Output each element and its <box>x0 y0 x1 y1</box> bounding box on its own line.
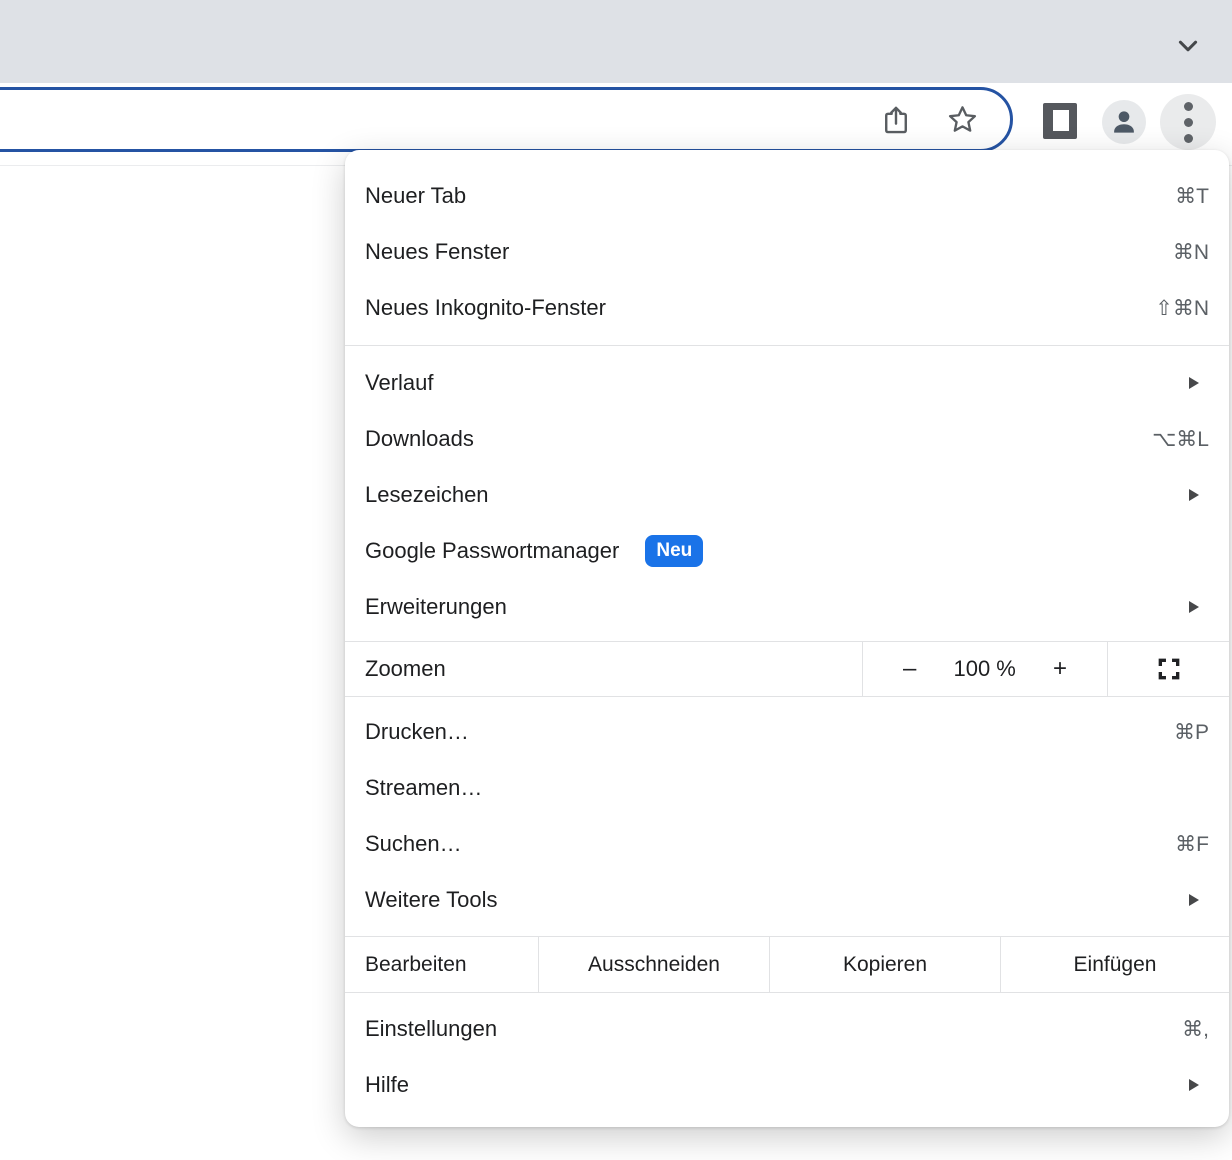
menu-item-label: Downloads <box>365 426 474 452</box>
menu-item-label: Streamen… <box>365 775 482 801</box>
menu-item-label: Erweiterungen <box>365 594 507 620</box>
cut-button[interactable]: Ausschneiden <box>538 937 769 992</box>
menu-item-help[interactable]: Hilfe <box>345 1057 1229 1113</box>
menu-item-more-tools[interactable]: Weitere Tools <box>345 872 1229 928</box>
browser-menu-popup: Neuer Tab ⌘T Neues Fenster ⌘N Neues Inko… <box>345 150 1229 1127</box>
shortcut-label: ⇧⌘N <box>1155 296 1209 321</box>
tab-search-chevron-button[interactable] <box>1174 32 1202 60</box>
cut-button-label: Ausschneiden <box>588 953 720 977</box>
menu-item-label: Drucken… <box>365 719 469 745</box>
shortcut-label: ⌘F <box>1175 832 1209 857</box>
zoom-level-value: 100 % <box>953 656 1015 682</box>
menu-item-settings[interactable]: Einstellungen ⌘, <box>345 1001 1229 1057</box>
kebab-menu-icon <box>1184 102 1193 143</box>
menu-item-label: Neues Fenster <box>365 239 509 265</box>
copy-button[interactable]: Kopieren <box>769 937 1000 992</box>
submenu-arrow-icon <box>1189 489 1199 501</box>
menu-item-cast[interactable]: Streamen… <box>345 760 1229 816</box>
menu-item-label: Neues Inkognito-Fenster <box>365 295 606 321</box>
menu-item-extensions[interactable]: Erweiterungen <box>345 579 1229 635</box>
menu-item-password-manager[interactable]: Google Passwortmanager Neu <box>345 523 1229 579</box>
menu-item-downloads[interactable]: Downloads ⌥⌘L <box>345 411 1229 467</box>
copy-button-label: Kopieren <box>843 953 927 977</box>
zoom-row: Zoomen – 100 % + <box>345 641 1229 697</box>
shortcut-label: ⌥⌘L <box>1152 427 1209 452</box>
menu-item-history[interactable]: Verlauf <box>345 355 1229 411</box>
profile-button[interactable] <box>1102 100 1146 144</box>
fullscreen-button[interactable] <box>1108 642 1229 696</box>
menu-item-new-tab[interactable]: Neuer Tab ⌘T <box>345 168 1229 224</box>
menu-item-label: Lesezeichen <box>365 482 489 508</box>
edit-row: Bearbeiten Ausschneiden Kopieren Einfüge… <box>345 936 1229 993</box>
zoom-out-button[interactable]: – <box>897 653 922 685</box>
star-icon <box>946 103 979 136</box>
menu-item-label: Hilfe <box>365 1072 409 1098</box>
menu-item-find[interactable]: Suchen… ⌘F <box>345 816 1229 872</box>
shortcut-label: ⌘T <box>1175 184 1209 209</box>
zoom-label: Zoomen <box>345 642 862 696</box>
zoom-in-button[interactable]: + <box>1047 653 1073 685</box>
share-icon <box>879 103 913 137</box>
profile-avatar-icon <box>1108 106 1140 138</box>
paste-button[interactable]: Einfügen <box>1000 937 1229 992</box>
shortcut-label: ⌘P <box>1174 720 1209 745</box>
menu-item-label: Weitere Tools <box>365 887 497 913</box>
edit-label: Bearbeiten <box>345 937 538 992</box>
bookmark-button[interactable] <box>944 102 980 138</box>
chevron-down-icon <box>1175 33 1201 59</box>
shortcut-label: ⌘, <box>1182 1017 1209 1042</box>
menu-item-new-window[interactable]: Neues Fenster ⌘N <box>345 224 1229 280</box>
browser-menu-button[interactable] <box>1160 94 1216 150</box>
paste-button-label: Einfügen <box>1074 953 1157 977</box>
menu-item-new-incognito-window[interactable]: Neues Inkognito-Fenster ⇧⌘N <box>345 280 1229 336</box>
submenu-arrow-icon <box>1189 601 1199 613</box>
menu-item-label: Suchen… <box>365 831 462 857</box>
address-bar[interactable] <box>0 87 1013 152</box>
menu-item-bookmarks[interactable]: Lesezeichen <box>345 467 1229 523</box>
submenu-arrow-icon <box>1189 377 1199 389</box>
menu-item-print[interactable]: Drucken… ⌘P <box>345 704 1229 760</box>
submenu-arrow-icon <box>1189 894 1199 906</box>
submenu-arrow-icon <box>1189 1079 1199 1091</box>
fullscreen-icon <box>1156 656 1182 682</box>
shortcut-label: ⌘N <box>1173 240 1209 265</box>
edit-label-text: Bearbeiten <box>365 953 467 977</box>
share-button[interactable] <box>878 102 914 138</box>
menu-item-label: Einstellungen <box>365 1016 497 1042</box>
menu-item-label: Neuer Tab <box>365 183 466 209</box>
menu-item-label: Verlauf <box>365 370 434 396</box>
menu-separator <box>345 345 1229 346</box>
menu-item-label: Google Passwortmanager <box>365 538 619 564</box>
tab-strip <box>0 0 1232 83</box>
new-badge: Neu <box>645 535 703 567</box>
side-panel-button[interactable] <box>1043 103 1077 139</box>
zoom-controls: – 100 % + <box>862 642 1108 696</box>
